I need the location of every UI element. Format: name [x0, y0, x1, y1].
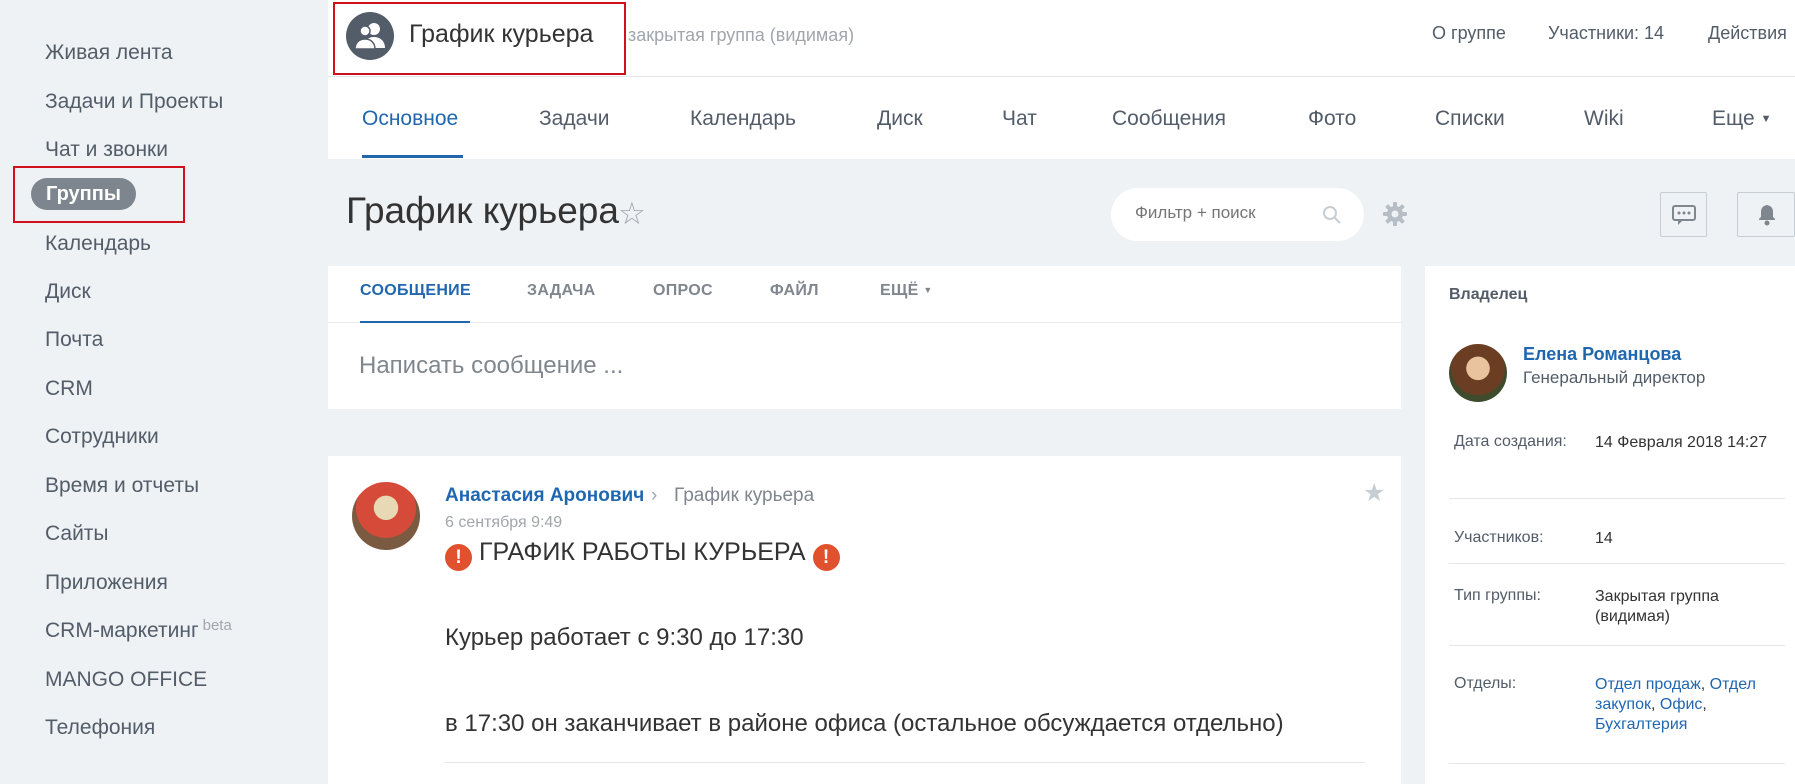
post-author-link[interactable]: Анастасия Аронович [445, 485, 644, 507]
department-link[interactable]: Бухгалтерия [1595, 716, 1687, 733]
tab-calendar[interactable]: Календарь [690, 107, 796, 131]
tab-messages[interactable]: Сообщения [1112, 107, 1226, 131]
search-icon[interactable] [1322, 205, 1342, 230]
divider [1449, 563, 1785, 564]
departments-label: Отделы: [1454, 675, 1516, 693]
sidebar-item-crm-marketing[interactable]: CRM-маркетингbeta [45, 616, 232, 646]
tab-tasks[interactable]: Задачи [539, 107, 610, 131]
composer-tab-message[interactable]: СООБЩЕНИЕ [360, 282, 471, 300]
post-text-line: в 17:30 он заканчивает в районе офиса (о… [445, 710, 1284, 738]
active-tab-indicator [362, 155, 463, 158]
feed-post: Анастасия Аронович › График курьера 6 се… [328, 456, 1401, 784]
group-tabs: Основное Задачи Календарь Диск Чат Сообщ… [328, 77, 1795, 159]
sidebar-item-calendar[interactable]: Календарь [45, 229, 151, 259]
sidebar-item-telephony[interactable]: Телефония [45, 713, 155, 743]
page-title: График курьера [346, 190, 619, 232]
favorite-star-icon[interactable]: ★ [1363, 478, 1385, 508]
highlight-box-title [333, 2, 626, 75]
post-group-link[interactable]: График курьера [674, 485, 814, 507]
created-value: 14 Февраля 2018 14:27 [1595, 433, 1785, 453]
search-input[interactable] [1133, 202, 1317, 224]
composer-tab-task[interactable]: ЗАДАЧА [527, 282, 596, 300]
chevron-right-icon: › [651, 485, 657, 507]
members-link[interactable]: Участники: 14 [1548, 23, 1664, 44]
group-info-panel: Владелец Елена Романцова Генеральный дир… [1425, 266, 1795, 784]
sidebar-item-label: CRM-маркетинг [45, 619, 199, 642]
sidebar-item-apps[interactable]: Приложения [45, 568, 168, 598]
chat-button[interactable] [1660, 192, 1707, 237]
composer-tab-more-label: ЕЩЁ [880, 282, 919, 299]
avatar[interactable] [352, 482, 420, 550]
tab-more[interactable]: Еще ▼ [1712, 107, 1771, 131]
divider [445, 762, 1365, 763]
tab-disk[interactable]: Диск [877, 107, 923, 131]
tab-chat[interactable]: Чат [1002, 107, 1037, 131]
owner-name-link[interactable]: Елена Романцова [1523, 344, 1681, 365]
message-input[interactable]: Написать сообщение ... [359, 352, 623, 380]
sidebar-item-mango-office[interactable]: MANGO OFFICE [45, 665, 207, 695]
sidebar-item-crm[interactable]: CRM [45, 374, 93, 404]
created-label: Дата создания: [1454, 433, 1567, 451]
composer-tab-poll[interactable]: ОПРОС [653, 282, 713, 300]
beta-badge: beta [203, 617, 232, 634]
members-count-label: Участников: [1454, 529, 1544, 547]
divider [1449, 645, 1785, 646]
department-link[interactable]: Отдел продаж [1595, 676, 1701, 693]
tab-wiki[interactable]: Wiki [1584, 107, 1624, 131]
owner-heading: Владелец [1449, 286, 1527, 304]
departments-list: Отдел продаж, Отдел закупок, Офис, Бухга… [1595, 675, 1785, 735]
owner-role: Генеральный директор [1523, 368, 1705, 388]
composer-tab-more[interactable]: ЕЩЁ ▼ [880, 282, 933, 300]
sidebar-item-live-feed[interactable]: Живая лента [45, 38, 173, 68]
divider [1449, 763, 1785, 764]
chevron-down-icon: ▼ [923, 285, 932, 295]
composer-tab-file[interactable]: ФАЙЛ [770, 282, 819, 300]
tab-main[interactable]: Основное [362, 107, 458, 131]
sidebar-item-tasks[interactable]: Задачи и Проекты [45, 87, 223, 117]
chevron-down-icon: ▼ [1761, 113, 1772, 125]
sidebar-item-employees[interactable]: Сотрудники [45, 422, 159, 452]
group-type-label: Тип группы: [1454, 587, 1541, 605]
sidebar-item-time-reports[interactable]: Время и отчеты [45, 471, 199, 501]
department-link[interactable]: Офис [1660, 696, 1703, 713]
sidebar-item-mail[interactable]: Почта [45, 325, 103, 355]
exclamation-icon: ! [445, 544, 472, 571]
favorite-star-icon[interactable]: ☆ [618, 196, 646, 232]
actions-link[interactable]: Действия [1708, 23, 1787, 44]
post-headline: ! ГРАФИК РАБОТЫ КУРЬЕРА ! [445, 538, 840, 571]
about-group-link[interactable]: О группе [1432, 23, 1506, 44]
post-date[interactable]: 6 сентября 9:49 [445, 514, 562, 532]
highlight-box-groups [13, 166, 185, 223]
divider [328, 322, 1401, 323]
bell-icon [1738, 193, 1794, 236]
divider [1449, 498, 1785, 499]
gear-icon[interactable] [1382, 201, 1408, 232]
filter-search-box[interactable] [1111, 188, 1364, 241]
chat-bubble-icon [1661, 193, 1706, 236]
post-composer: СООБЩЕНИЕ ЗАДАЧА ОПРОС ФАЙЛ ЕЩЁ ▼ Написа… [328, 266, 1401, 409]
tab-lists[interactable]: Списки [1435, 107, 1505, 131]
group-type-label: закрытая группа (видимая) [628, 25, 854, 46]
avatar[interactable] [1449, 344, 1507, 402]
tab-photo[interactable]: Фото [1308, 107, 1356, 131]
post-headline-text: ГРАФИК РАБОТЫ КУРЬЕРА [479, 538, 806, 566]
post-text-line: Курьер работает с 9:30 до 17:30 [445, 624, 804, 652]
group-type-value: Закрытая группа (видимая) [1595, 587, 1785, 627]
sidebar-item-disk[interactable]: Диск [45, 277, 91, 307]
exclamation-icon: ! [813, 544, 840, 571]
notifications-button[interactable] [1737, 192, 1795, 237]
members-count-value: 14 [1595, 529, 1785, 549]
left-sidebar: Живая лента Задачи и Проекты Чат и звонк… [0, 0, 328, 784]
sidebar-item-chat[interactable]: Чат и звонки [45, 135, 168, 165]
tab-more-label: Еще [1712, 107, 1755, 130]
sidebar-item-sites[interactable]: Сайты [45, 519, 109, 549]
active-composer-tab-indicator [360, 321, 470, 323]
